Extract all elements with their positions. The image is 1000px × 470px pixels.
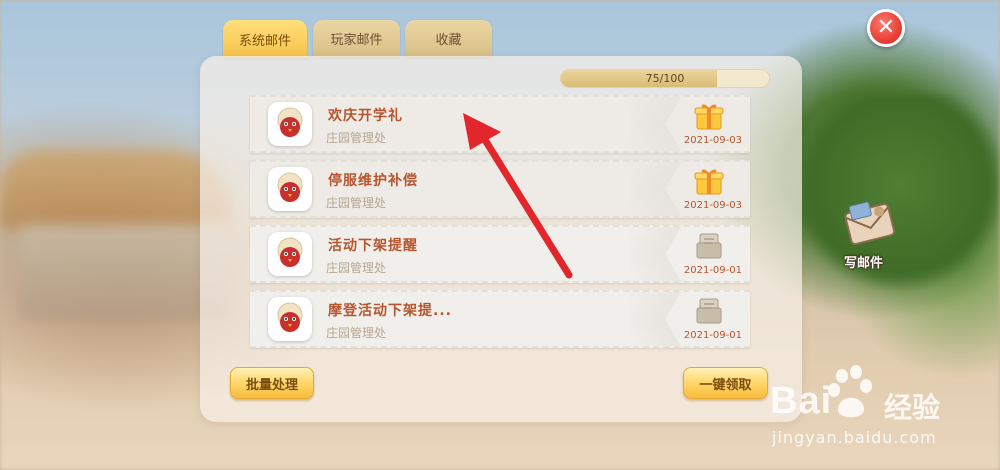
mail-item[interactable]: 摩登活动下架提... 庄园管理处 2021-09-01	[250, 290, 750, 348]
mail-date: 2021-09-03	[683, 200, 742, 211]
mail-item[interactable]: 活动下架提醒 庄园管理处 2021-09-01	[250, 225, 750, 283]
tab-player-mail[interactable]: 玩家邮件	[313, 20, 400, 57]
sender-avatar	[268, 167, 312, 211]
mail-sender: 庄园管理处	[326, 131, 387, 145]
sender-avatar	[268, 102, 312, 146]
batch-process-button[interactable]: 批量处理	[230, 367, 314, 399]
mailbox-capacity-bar: 75/100	[560, 69, 770, 88]
close-button[interactable]: ✕	[867, 9, 905, 47]
write-mail-label: 写邮件	[844, 256, 884, 271]
background-roof	[0, 150, 230, 230]
sender-avatar	[268, 297, 312, 341]
watermark-brand: Bai	[770, 380, 833, 422]
mail-title: 欢庆开学礼	[328, 108, 403, 124]
mail-item[interactable]: 停服维护补偿 庄园管理处 2021-09-03	[250, 160, 750, 218]
tab-favorites[interactable]: 收藏	[405, 20, 492, 57]
turkey-mascot-icon	[277, 107, 303, 137]
turkey-mascot-icon	[277, 172, 303, 202]
mail-item[interactable]: 欢庆开学礼 庄园管理处 2021-09-03	[250, 95, 750, 153]
gift-icon	[694, 166, 724, 196]
tab-system-mail[interactable]: 系统邮件	[223, 20, 307, 58]
mail-date: 2021-09-03	[683, 135, 742, 146]
write-mail-button[interactable]: 写邮件	[838, 196, 904, 276]
mail-title: 活动下架提醒	[328, 238, 418, 254]
envelope-icon	[844, 201, 896, 246]
claim-all-button[interactable]: 一键领取	[683, 367, 768, 399]
sender-avatar	[268, 232, 312, 276]
paw-logo-icon	[828, 365, 872, 418]
mail-date: 2021-09-01	[683, 265, 742, 276]
turkey-mascot-icon	[277, 237, 303, 267]
mail-sender: 庄园管理处	[326, 261, 387, 275]
mail-title: 摩登活动下架提...	[328, 303, 452, 319]
capacity-text: 75/100	[645, 72, 685, 85]
mail-date: 2021-09-01	[683, 330, 742, 341]
turkey-mascot-icon	[277, 302, 303, 332]
watermark-url: jingyan.baidu.com	[772, 428, 937, 447]
mail-sender: 庄园管理处	[326, 326, 387, 340]
mail-sender: 庄园管理处	[326, 196, 387, 210]
baidu-jingyan-watermark: Bai 经验 jingyan.baidu.com	[766, 360, 1000, 470]
close-icon: ✕	[876, 15, 896, 40]
watermark-jingyan: 经验	[884, 391, 941, 424]
letter-icon	[694, 296, 724, 326]
mail-title: 停服维护补偿	[328, 173, 418, 189]
gift-icon	[694, 101, 724, 131]
background-house	[20, 225, 230, 320]
letter-icon	[694, 231, 724, 261]
